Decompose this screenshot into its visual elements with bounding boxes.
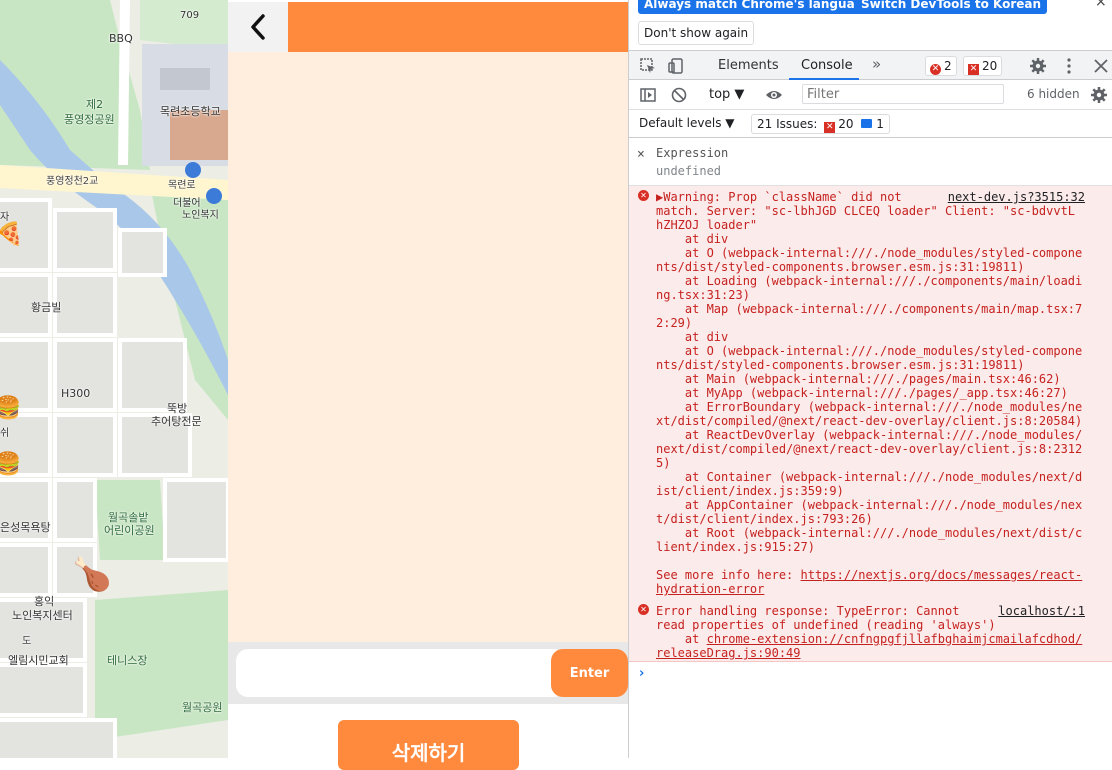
map-label-left-ja: 자 (0, 212, 10, 223)
dont-show-again-button[interactable]: Don't show again (638, 21, 755, 45)
error-text-content: ▶Warning: Prop `className` did not match… (656, 190, 1083, 582)
remove-expression-icon[interactable]: × (637, 147, 645, 162)
header-bar (288, 2, 628, 52)
message-input-row: Enter (228, 642, 628, 704)
console-filter-input[interactable] (802, 84, 1004, 104)
burger-icon[interactable]: 🍔 (0, 396, 21, 421)
message-input[interactable] (236, 649, 566, 697)
error-count-badge[interactable]: ✕ 2 (925, 56, 957, 76)
map-label-mokryeon: 목련로 (168, 180, 196, 191)
language-infobar: Always match Chrome's language Switch De… (629, 0, 1112, 50)
map-label-wolgok-line2: 어린이공원 (104, 524, 155, 537)
issue-error-icon: ✕ (824, 122, 836, 133)
error-icon: ✕ (638, 604, 649, 615)
issue-count: 20 (982, 59, 998, 73)
chat-app-panel: Enter 삭제하기 (228, 0, 628, 770)
error-icon: ✕ (638, 190, 649, 201)
map-label-park2-line1: 제2 (86, 98, 104, 111)
issue-count-badge[interactable]: ✕ 20 (963, 56, 1003, 76)
console-error-message[interactable]: ✕ ▶Warning: Prop `className` did not mat… (629, 186, 1112, 661)
log-levels-dropdown[interactable]: Default levels ▼ (639, 116, 735, 130)
fried-chicken-icon[interactable]: 🍗 (72, 555, 112, 593)
hidden-messages-count: 6 hidden (1027, 87, 1080, 101)
issue-info-icon (861, 119, 873, 128)
eye-icon[interactable] (765, 86, 783, 104)
extension-source-link[interactable]: chrome-extension://cnfngpgfjllafbghaimjc… (656, 632, 1082, 660)
live-expression: × Expression undefined (629, 138, 1112, 186)
map-label-sauna: 은성목욕탕 (0, 521, 51, 534)
app-header (228, 2, 628, 52)
issues-error-count: 20 (838, 117, 854, 131)
map-label-ttukbang-line2: 추어탕전문 (151, 415, 202, 428)
map-view[interactable]: 709 BBQ 제2 풍영정공원 목련초등학교 풍영정천2교 목련로 더불어 노… (0, 0, 228, 758)
tab-elements[interactable]: Elements (718, 58, 779, 73)
map-label-church: 엘림시민교회 (8, 654, 69, 667)
expression-label[interactable]: Expression (656, 146, 728, 160)
map-label-left-swi: 쉬 (0, 428, 10, 439)
clear-console-icon[interactable] (670, 86, 688, 104)
error-text: ▶Warning: Prop `className` did not match… (656, 190, 1086, 596)
map-label-wolgokpark: 월곡공원 (182, 701, 223, 714)
map-label-hongik-line2: 노인복지센터 (12, 609, 73, 622)
kebab-menu-icon[interactable] (1060, 57, 1078, 75)
device-toolbar-icon[interactable] (667, 57, 685, 75)
error-count: 2 (944, 59, 952, 73)
map-label-hwanggeum: 황금빌 (31, 301, 62, 314)
issues-info-count: 1 (876, 117, 884, 131)
issues-button[interactable]: 21 Issues: ✕ 20 1 (751, 114, 890, 134)
expression-value: undefined (656, 164, 722, 178)
devtools-panel: Always match Chrome's language Switch De… (628, 0, 1112, 758)
close-devtools-icon[interactable] (1092, 57, 1110, 75)
map-label-709: 709 (180, 10, 200, 21)
gear-icon[interactable] (1029, 57, 1047, 75)
console-error-message[interactable]: ✕ Error handling response: TypeError: Ca… (629, 600, 1112, 662)
more-tabs-icon[interactable]: » (872, 55, 881, 73)
map-label-school: 목련초등학교 (160, 105, 221, 118)
pizza-icon[interactable]: 🍕 (0, 222, 23, 247)
error-source-link[interactable]: localhost/:1 (998, 604, 1085, 618)
console-filter-bar: top ▼ 6 hidden (629, 80, 1112, 110)
map-label-road-do: 도 (22, 636, 32, 647)
devtools-toolbar: Elements Console » ✕ 2 ✕ 20 (629, 50, 1112, 80)
context-selector[interactable]: top ▼ (709, 87, 744, 102)
back-button[interactable] (228, 2, 288, 52)
error-icon: ✕ (930, 64, 941, 75)
map-label-bbq: BBQ (109, 32, 133, 45)
levels-bar: Default levels ▼ 21 Issues: ✕ 20 1 (629, 110, 1112, 138)
inspect-element-icon[interactable] (639, 57, 657, 75)
tab-console[interactable]: Console (801, 58, 853, 73)
map-label-bridge: 풍영정천2교 (46, 176, 99, 187)
match-language-button[interactable]: Always match Chrome's language (638, 0, 878, 14)
sidebar-toggle-icon[interactable] (639, 86, 657, 104)
map-label-welfare-line2: 노인복지 (182, 210, 219, 221)
console-prompt-icon[interactable]: › (639, 666, 644, 681)
map-label-h300: H300 (61, 387, 91, 400)
chevron-left-icon (251, 14, 265, 40)
map-label-park2-line2: 풍영정공원 (64, 113, 115, 126)
delete-button[interactable]: 삭제하기 (338, 720, 519, 770)
issue-icon: ✕ (968, 64, 979, 75)
error-source-link[interactable]: next-dev.js?3515:32 (948, 190, 1085, 204)
enter-button[interactable]: Enter (551, 649, 628, 697)
chat-message-area[interactable] (228, 52, 628, 642)
map-label-tennis: 테니스장 (107, 654, 148, 667)
issues-label: 21 Issues: (757, 117, 818, 131)
console-settings-gear-icon[interactable] (1090, 86, 1108, 104)
switch-korean-button[interactable]: Switch DevTools to Korean (855, 0, 1048, 14)
close-icon[interactable]: × (1095, 0, 1107, 10)
burger-icon[interactable]: 🍔 (0, 452, 21, 477)
